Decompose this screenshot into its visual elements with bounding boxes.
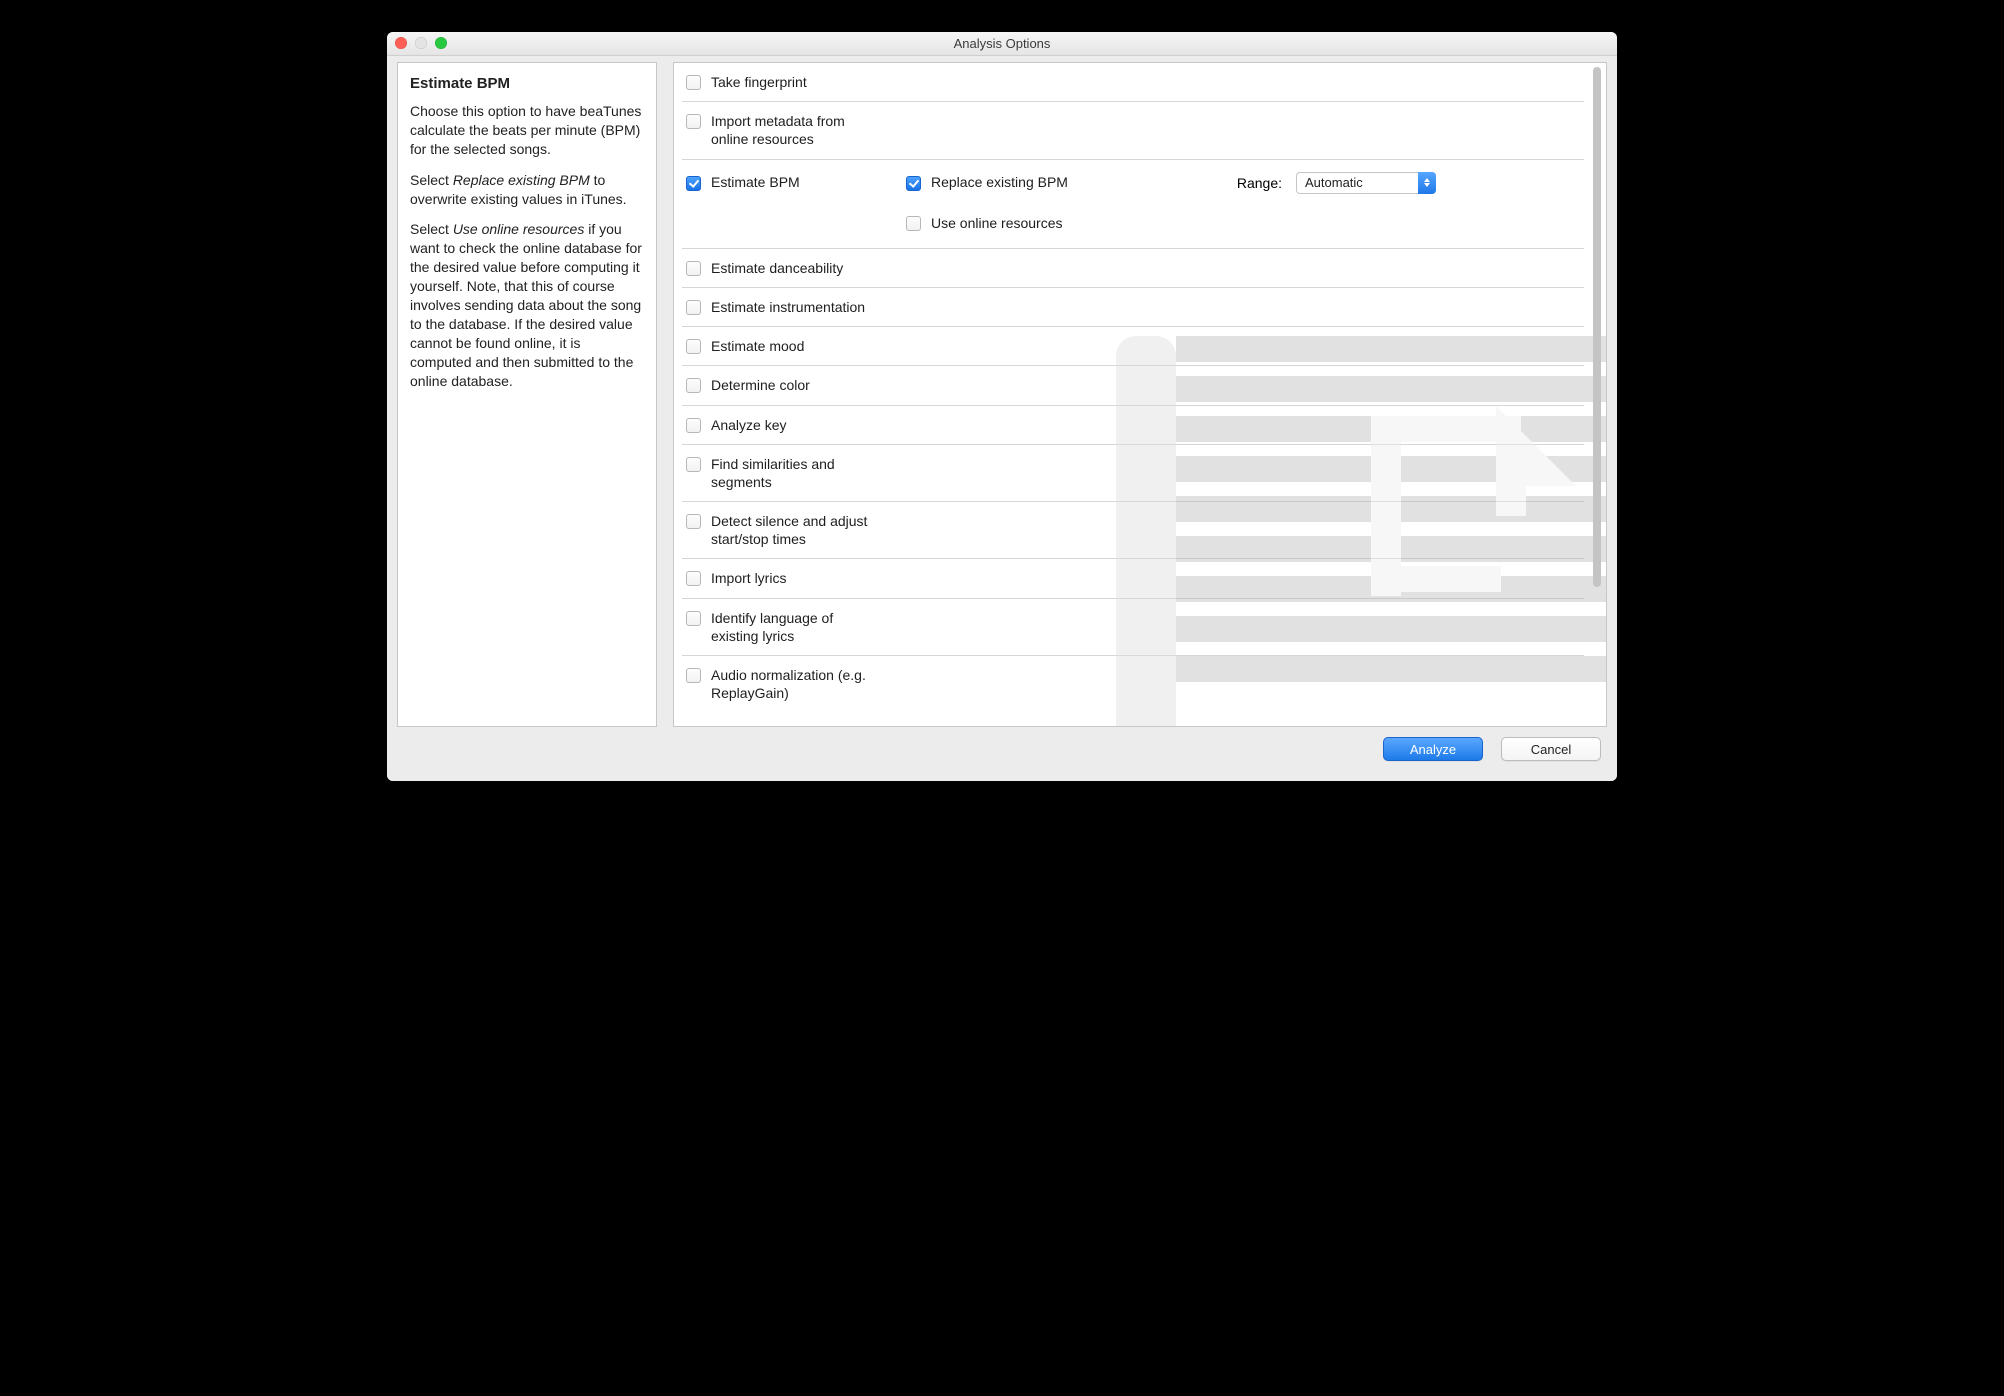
help-paragraph-1: Choose this option to have beaTunes calc… (410, 102, 644, 159)
option-row-import-lyrics: Import lyrics (682, 559, 1584, 598)
option-row-analyze-key: Analyze key (682, 406, 1584, 445)
label-replace-existing-bpm: Replace existing BPM (931, 173, 1068, 191)
label-analyze-key: Analyze key (711, 416, 786, 434)
label-import-lyrics: Import lyrics (711, 569, 786, 587)
checkbox-take-fingerprint[interactable] (686, 75, 701, 90)
options-panel: Take fingerprint Import metadata from onl… (673, 62, 1607, 727)
zoom-window-button[interactable] (435, 37, 447, 49)
label-estimate-instrumentation: Estimate instrumentation (711, 298, 865, 316)
checkbox-estimate-instrumentation[interactable] (686, 300, 701, 315)
checkbox-estimate-bpm[interactable] (686, 176, 701, 191)
help-heading: Estimate BPM (410, 75, 644, 92)
traffic-lights (395, 37, 447, 49)
label-audio-normalization: Audio normalization (e.g. ReplayGain) (711, 666, 881, 702)
checkbox-import-metadata[interactable] (686, 114, 701, 129)
checkbox-detect-silence[interactable] (686, 514, 701, 529)
titlebar: Analysis Options (387, 32, 1617, 56)
checkbox-use-online-resources[interactable] (906, 216, 921, 231)
cancel-button[interactable]: Cancel (1501, 737, 1601, 761)
option-row-estimate-mood: Estimate mood (682, 327, 1584, 366)
range-select[interactable]: Automatic (1296, 172, 1436, 194)
option-row-import-metadata: Import metadata from online resources (682, 102, 1584, 159)
label-estimate-danceability: Estimate danceability (711, 259, 843, 277)
checkbox-replace-existing-bpm[interactable] (906, 176, 921, 191)
label-estimate-mood: Estimate mood (711, 337, 804, 355)
help-paragraph-2: Select Replace existing BPM to overwrite… (410, 171, 644, 209)
option-row-take-fingerprint: Take fingerprint (682, 63, 1584, 102)
label-detect-silence: Detect silence and adjust start/stop tim… (711, 512, 881, 548)
dialog-footer: Analyze Cancel (387, 727, 1617, 781)
scrollbar[interactable] (1590, 67, 1604, 587)
checkbox-determine-color[interactable] (686, 378, 701, 393)
option-row-estimate-bpm: Estimate BPM Replace existing BPM Range: Au… (682, 160, 1584, 249)
checkbox-import-lyrics[interactable] (686, 571, 701, 586)
label-take-fingerprint: Take fingerprint (711, 73, 807, 91)
range-label: Range: (1196, 175, 1286, 191)
option-row-detect-silence: Detect silence and adjust start/stop tim… (682, 502, 1584, 559)
label-find-similarities: Find similarities and segments (711, 455, 881, 491)
checkbox-identify-language[interactable] (686, 611, 701, 626)
option-row-find-similarities: Find similarities and segments (682, 445, 1584, 502)
minimize-window-button[interactable] (415, 37, 427, 49)
analyze-button[interactable]: Analyze (1383, 737, 1483, 761)
options-scroll[interactable]: Take fingerprint Import metadata from onl… (674, 63, 1606, 726)
option-row-audio-normalization: Audio normalization (e.g. ReplayGain) (682, 656, 1584, 712)
scrollbar-thumb[interactable] (1593, 67, 1601, 587)
option-row-estimate-danceability: Estimate danceability (682, 249, 1584, 288)
help-panel: Estimate BPM Choose this option to have … (397, 62, 657, 727)
label-import-metadata: Import metadata from online resources (711, 112, 881, 148)
close-window-button[interactable] (395, 37, 407, 49)
label-use-online-resources: Use online resources (931, 214, 1063, 232)
checkbox-analyze-key[interactable] (686, 418, 701, 433)
checkbox-find-similarities[interactable] (686, 457, 701, 472)
label-determine-color: Determine color (711, 376, 810, 394)
window-title: Analysis Options (954, 36, 1051, 51)
content-area: Estimate BPM Choose this option to have … (387, 56, 1617, 727)
checkbox-estimate-danceability[interactable] (686, 261, 701, 276)
checkbox-audio-normalization[interactable] (686, 668, 701, 683)
option-row-determine-color: Determine color (682, 366, 1584, 405)
option-row-estimate-instrumentation: Estimate instrumentation (682, 288, 1584, 327)
option-row-identify-language: Identify language of existing lyrics (682, 599, 1584, 656)
checkbox-estimate-mood[interactable] (686, 339, 701, 354)
label-identify-language: Identify language of existing lyrics (711, 609, 881, 645)
label-estimate-bpm: Estimate BPM (711, 173, 800, 191)
analysis-options-window: Analysis Options Estimate BPM Choose thi… (387, 32, 1617, 781)
help-paragraph-3: Select Use online resources if you want … (410, 220, 644, 390)
